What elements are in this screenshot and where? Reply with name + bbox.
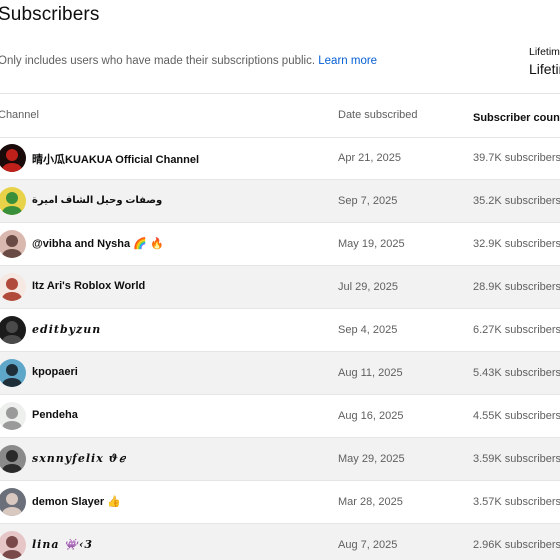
channel-avatar[interactable] xyxy=(0,402,26,430)
subscriber-count: 4.55K subscribers xyxy=(473,410,560,422)
channel-column-header: Channel xyxy=(0,109,39,121)
channel-name-link[interactable]: Pendeha xyxy=(32,409,78,421)
channel-name-link[interactable]: @vibha and Nysha 🌈 🔥 xyxy=(32,237,164,250)
channel-name-link[interactable]: sxnnyfelix ϑℯ xyxy=(32,452,126,465)
subscribers-page: Subscribers Only includes users who have… xyxy=(0,0,560,560)
subscriber-count: 3.59K subscribers xyxy=(473,453,560,465)
table-row[interactable]: sxnnyfelix ϑℯ May 29, 2025 3.59K subscribe… xyxy=(0,438,560,481)
table-header: Channel Date subscribed Subscriber count… xyxy=(0,94,560,137)
channel-avatar[interactable] xyxy=(0,445,26,473)
table-row[interactable]: Pendeha Aug 16, 2025 4.55K subscribers xyxy=(0,395,560,438)
channel-avatar[interactable] xyxy=(0,316,26,344)
date-column-header: Date subscribed xyxy=(338,109,418,121)
channel-name-link[interactable]: demon Slayer 👍 xyxy=(32,495,121,508)
subscriber-count: 5.43K subscribers xyxy=(473,367,560,379)
page-title: Subscribers xyxy=(0,4,100,25)
subscriber-count-header-label: Subscriber count xyxy=(473,112,560,124)
date-subscribed: Aug 16, 2025 xyxy=(338,410,404,422)
public-subscriptions-note: Only includes users who have made their … xyxy=(0,55,377,67)
subscriber-count-column-header[interactable]: Subscriber count↓ xyxy=(473,109,560,124)
channel-name-link[interactable]: Itz Ari's Roblox World xyxy=(32,280,145,292)
note-text: Only includes users who have made their … xyxy=(0,55,316,67)
date-subscribed: Mar 28, 2025 xyxy=(338,496,403,508)
channel-name-link[interactable]: وصفات وحيل الشاف اميرة xyxy=(32,195,162,206)
subscriber-list: 晴小瓜KUAKUA Official Channel Apr 21, 2025 39… xyxy=(0,137,560,560)
channel-name-link[interactable]: editbyzun xyxy=(32,323,101,336)
lifetime-label: Lifetim xyxy=(529,46,560,58)
subscriber-count: 28.9K subscribers xyxy=(473,281,560,293)
channel-avatar[interactable] xyxy=(0,359,26,387)
table-row[interactable]: وصفات وحيل الشاف اميرة Sep 7, 2025 35.2K s… xyxy=(0,180,560,223)
table-row[interactable]: kpopaeri Aug 11, 2025 5.43K subscribers xyxy=(0,352,560,395)
subscriber-count: 32.9K subscribers xyxy=(473,238,560,250)
table-row[interactable]: 晴小瓜KUAKUA Official Channel Apr 21, 2025 39… xyxy=(0,137,560,180)
channel-avatar[interactable] xyxy=(0,144,26,172)
date-subscribed: Sep 7, 2025 xyxy=(338,195,398,207)
table-row[interactable]: editbyzun Sep 4, 2025 6.27K subscribers xyxy=(0,309,560,352)
channel-name-link[interactable]: 晴小瓜KUAKUA Official Channel xyxy=(32,151,199,167)
table-row[interactable]: @vibha and Nysha 🌈 🔥 May 19, 2025 32.9K su… xyxy=(0,223,560,266)
table-row[interactable]: lina 👾‹3 Aug 7, 2025 2.96K subscribers xyxy=(0,524,560,560)
date-subscribed: Apr 21, 2025 xyxy=(338,152,401,164)
learn-more-link[interactable]: Learn more xyxy=(318,55,377,67)
date-subscribed: Aug 11, 2025 xyxy=(338,367,403,379)
date-subscribed: May 29, 2025 xyxy=(338,453,405,465)
subscriber-count: 35.2K subscribers xyxy=(473,195,560,207)
date-subscribed: Jul 29, 2025 xyxy=(338,281,398,293)
date-subscribed: Aug 7, 2025 xyxy=(338,539,398,551)
subscriber-count: 6.27K subscribers xyxy=(473,324,560,336)
lifetime-dropdown[interactable]: Lifetim xyxy=(529,61,560,77)
subscriber-count: 2.96K subscribers xyxy=(473,539,560,551)
channel-avatar[interactable] xyxy=(0,230,26,258)
channel-avatar[interactable] xyxy=(0,187,26,215)
subscriber-count: 39.7K subscribers xyxy=(473,152,560,164)
table-row[interactable]: demon Slayer 👍 Mar 28, 2025 3.57K subscrib… xyxy=(0,481,560,524)
date-subscribed: May 19, 2025 xyxy=(338,238,405,250)
date-subscribed: Sep 4, 2025 xyxy=(338,324,398,336)
channel-avatar[interactable] xyxy=(0,531,26,559)
channel-name-link[interactable]: lina 👾‹3 xyxy=(32,538,93,551)
channel-name-link[interactable]: kpopaeri xyxy=(32,366,78,378)
subscriber-count: 3.57K subscribers xyxy=(473,496,560,508)
table-row[interactable]: Itz Ari's Roblox World Jul 29, 2025 28.9K … xyxy=(0,266,560,309)
channel-avatar[interactable] xyxy=(0,488,26,516)
channel-avatar[interactable] xyxy=(0,273,26,301)
